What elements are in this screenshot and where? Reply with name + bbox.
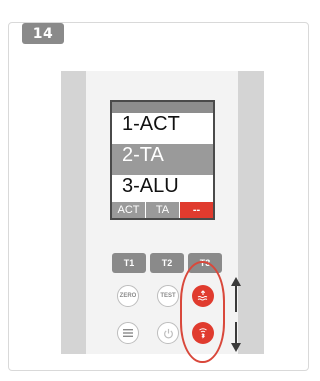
- arrow-down-icon: [231, 322, 241, 352]
- arrow-up-icon: [231, 277, 241, 312]
- direction-arrows: [231, 277, 241, 352]
